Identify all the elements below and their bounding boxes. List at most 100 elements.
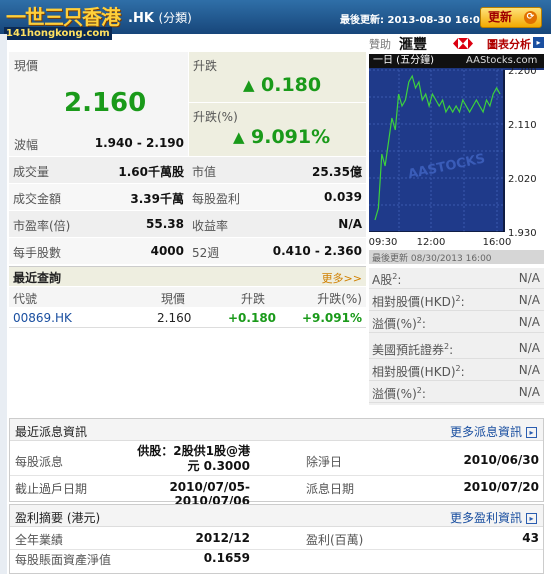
ticker-category: (分類) xyxy=(158,11,192,25)
side-row: 美國預託證券2: N/A xyxy=(369,338,544,359)
profit-title: 盈利摘要 (港元) xyxy=(15,509,100,526)
col-change: 升跌 xyxy=(241,292,266,306)
table-row[interactable]: 00869.HK 2.160 +0.180 +9.091% xyxy=(9,308,366,328)
profit-unit: (港元) xyxy=(66,511,101,525)
stat-value: 25.35億 xyxy=(312,165,362,179)
more-profit-link[interactable]: 更多盈利資訊 ▸ xyxy=(450,509,537,526)
ex-date-value: 2010/06/30 xyxy=(463,453,539,467)
chart-x-tick-label: 09:30 xyxy=(369,237,397,248)
per-share-dividend-label: 每股派息 xyxy=(15,455,64,469)
stat-value: 0.039 xyxy=(324,190,362,204)
side-label: 美國預託證券2: xyxy=(372,342,454,357)
range-label: 波幅 xyxy=(14,138,39,152)
stat-label: 52週 xyxy=(192,246,220,260)
stat-value: 4000 xyxy=(150,244,184,258)
side-footnote: 2 xyxy=(416,316,422,325)
side-label: 相對股價(HKD)2: xyxy=(372,294,465,309)
more-dividend-link[interactable]: 更多派息資訊 ▸ xyxy=(450,423,537,440)
side-footnote: 2 xyxy=(416,386,422,395)
profit-label: 盈利(百萬) xyxy=(306,533,364,547)
divider xyxy=(10,549,543,550)
chart-footer: 最後更新 08/30/2013 16:00 xyxy=(372,252,492,264)
nav-per-share-label: 每股賬面資產淨值 xyxy=(15,553,112,567)
price-label: 現價 xyxy=(14,59,39,73)
stat-value: 55.38 xyxy=(146,217,184,231)
up-arrow-icon: ▲ xyxy=(233,128,245,146)
side-value: N/A xyxy=(518,363,540,377)
fiscal-year-value: 2012/12 xyxy=(195,531,250,545)
sponsor-bar: 贊助 滙豐 圖表分析 ▸ xyxy=(369,34,544,54)
stats-grid: 成交量 1.60千萬股 市值 25.35億 成交金額 3.39千萬 每股盈利 0… xyxy=(9,157,366,264)
stats-row: 成交量 1.60千萬股 市值 25.35億 xyxy=(9,157,366,183)
change-panel: 升跌 ▲ 0.180 升跌(%) ▲ 9.091% xyxy=(189,52,366,156)
row-code-link[interactable]: 00869.HK xyxy=(13,311,72,325)
arrow-right-icon: ▸ xyxy=(526,513,537,524)
side-value: N/A xyxy=(518,341,540,355)
side-row: 溢價(%)2: N/A xyxy=(369,312,544,333)
recent-queries-header: 最近查詢 更多>> xyxy=(9,266,366,286)
refresh-button[interactable]: 更新 ⟳ xyxy=(480,7,542,28)
recent-queries-title: 最近查詢 xyxy=(13,271,62,285)
current-price: 2.160 xyxy=(64,88,147,118)
profit-summary-panel: 盈利摘要 (港元) 更多盈利資訊 ▸ 全年業績 2012/12 盈利(百萬) 43… xyxy=(9,504,544,574)
intraday-chart[interactable]: AASTOCKS 2.200 2.110 2.020 1.930 09:30 12:00 16… xyxy=(369,54,544,264)
recent-more-link[interactable]: 更多>> xyxy=(322,270,362,286)
stats-row: 成交金額 3.39千萬 每股盈利 0.039 xyxy=(9,184,366,210)
col-code: 代號 xyxy=(13,292,38,306)
change-pct-value: 9.091% xyxy=(251,126,331,148)
side-value: N/A xyxy=(518,271,540,285)
side-row: A股2: N/A xyxy=(369,268,544,289)
stat-value: 1.60千萬股 xyxy=(118,165,184,179)
hsbc-logo-icon[interactable] xyxy=(453,38,473,49)
divider xyxy=(10,475,543,476)
stat-label: 收益率 xyxy=(192,219,229,233)
side-footnote: 2 xyxy=(444,342,450,351)
side-footnote: 2 xyxy=(455,364,461,373)
intraday-chart-svg: AASTOCKS2.2002.1102.0201.93009:30 12:00 16… xyxy=(369,66,544,264)
site-logo[interactable]: 一世三只香港 xyxy=(6,1,121,30)
dividend-panel: 最近派息資訊 更多派息資訊 ▸ 每股派息 供股：2股供1股@港元 0.3000 除… xyxy=(9,418,544,508)
stock-ticker: .HK (分類) xyxy=(128,9,192,26)
side-label-text: 溢價(%) xyxy=(372,387,417,401)
side-label: 相對股價(HKD)2: xyxy=(372,364,465,379)
side-label: 溢價(%)2: xyxy=(372,316,426,331)
hsbc-bank-name[interactable]: 滙豐 xyxy=(399,34,427,54)
pay-date-value: 2010/07/20 xyxy=(463,480,539,494)
day-range: 1.940 - 2.190 xyxy=(94,136,184,150)
row-price: 2.160 xyxy=(157,311,192,325)
change-pct-label: 升跌(%) xyxy=(193,110,238,124)
change-label: 升跌 xyxy=(193,59,218,73)
stats-row: 市盈率(倍) 55.38 收益率 N/A xyxy=(9,211,366,237)
stat-value: N/A xyxy=(338,217,362,231)
divider xyxy=(189,102,366,103)
link-arrow-icon[interactable]: ▸ xyxy=(533,37,544,48)
chart-analysis-link[interactable]: 圖表分析 xyxy=(487,36,531,52)
chart-x-tick-label: 12:00 xyxy=(417,237,446,248)
chart-source: AAStocks.com xyxy=(466,55,538,66)
profit-title-text: 盈利摘要 xyxy=(15,511,64,525)
left-edge-strip xyxy=(0,34,7,574)
row-change-pct: +9.091% xyxy=(301,311,362,325)
refresh-icon: ⟳ xyxy=(524,11,537,24)
chart-y-tick-label: 1.930 xyxy=(508,228,537,239)
col-change-pct: 升跌(%) xyxy=(317,292,362,306)
side-label-text: 溢價(%) xyxy=(372,317,417,331)
profit-panel-header: 盈利摘要 (港元) 更多盈利資訊 ▸ xyxy=(10,505,543,527)
side-label: A股2: xyxy=(372,272,402,287)
stat-value: 3.39千萬 xyxy=(130,192,184,206)
up-arrow-icon: ▲ xyxy=(243,76,255,94)
site-logo-url[interactable]: 141hongkong.com xyxy=(4,27,112,40)
chart-x-tick-label: 16:00 xyxy=(483,237,512,248)
side-row: 溢價(%)2: N/A xyxy=(369,382,544,403)
side-label-text: 相對股價(HKD) xyxy=(372,295,456,309)
side-footnote: 2 xyxy=(392,272,398,281)
side-footnote: 2 xyxy=(455,294,461,303)
fiscal-year-label: 全年業績 xyxy=(15,533,64,547)
stat-label: 每手股數 xyxy=(13,246,62,260)
stat-label: 市值 xyxy=(192,165,217,179)
chart-y-tick-label: 2.020 xyxy=(508,174,537,185)
book-close-label: 截止過戶日期 xyxy=(15,482,88,496)
recent-table-header: 代號 現價 升跌 升跌(%) xyxy=(9,287,366,307)
dividend-panel-header: 最近派息資訊 更多派息資訊 ▸ xyxy=(10,419,543,441)
arrow-right-icon: ▸ xyxy=(526,427,537,438)
